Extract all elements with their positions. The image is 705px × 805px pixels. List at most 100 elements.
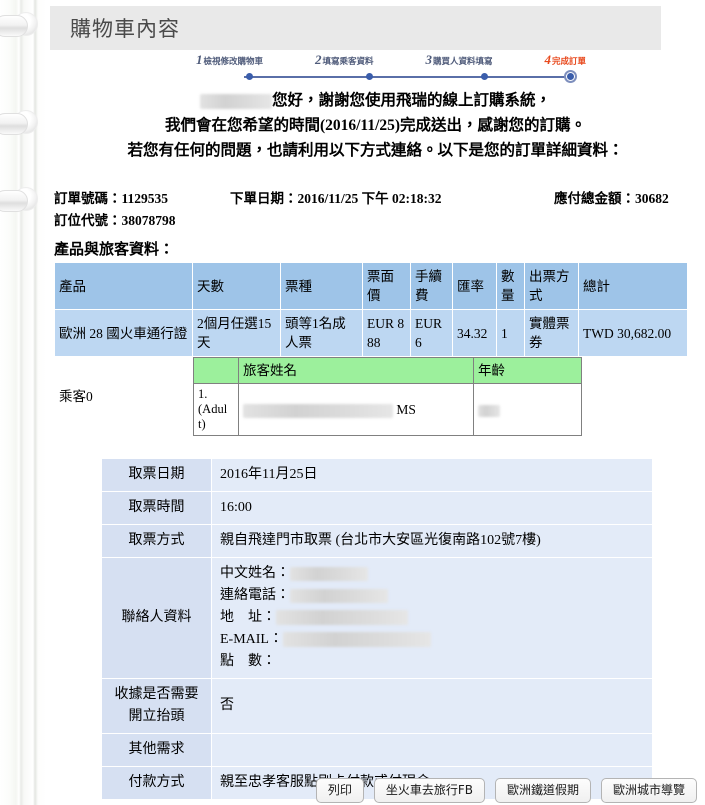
label-other-request: 其他需求 xyxy=(101,733,212,767)
contact-phone-row: 連絡電話： xyxy=(220,585,644,607)
step-label: 檢視修改購物車 xyxy=(203,57,264,67)
step-item-4-active[interactable]: 4 完成訂單 xyxy=(544,52,586,68)
cell-ticket-type: 頭等1名成人票 xyxy=(280,309,363,357)
step-item-3[interactable]: 3 購買人資料填寫 xyxy=(425,52,492,68)
step-label: 購買人資料填寫 xyxy=(432,57,493,67)
step-number: 4 xyxy=(544,52,551,67)
redacted-passenger-name xyxy=(243,403,393,418)
column-header-quantity: 數量 xyxy=(496,262,525,310)
cell-issue-method: 實體票券 xyxy=(524,309,579,357)
passenger-name: MS xyxy=(238,383,474,436)
binder-ring xyxy=(0,113,28,135)
value-pickup-method: 親自飛達門市取票 (台北市大安區光復南路102號7樓) xyxy=(211,524,653,558)
order-date-label: 下單日期： xyxy=(230,191,298,206)
value-receipt-title: 否 xyxy=(211,678,653,734)
value-other-request xyxy=(211,733,653,767)
contact-name-row: 中文姓名： xyxy=(220,563,644,585)
label-contact-info: 聯絡人資料 xyxy=(101,557,212,679)
value-pickup-date: 2016年11月25日 xyxy=(211,458,653,492)
product-table-header-row: 產品 天數 票種 票面價 手續費 匯率 數量 出票方式 總計 xyxy=(54,262,688,310)
column-header-product: 產品 xyxy=(54,262,193,310)
facebook-button[interactable]: 坐火車去旅行FB xyxy=(373,778,485,803)
order-number: 訂單號碼：1129535 xyxy=(54,188,168,210)
column-header-face-price: 票面價 xyxy=(362,262,411,310)
booking-code: 訂位代號：38078798 xyxy=(54,210,176,232)
contact-email-label: E-MAIL： xyxy=(220,632,283,647)
order-total-label: 應付總金額： xyxy=(554,191,635,206)
column-header-fee: 手續費 xyxy=(410,262,453,310)
contact-name-label: 中文姓名： xyxy=(220,566,290,581)
step-track xyxy=(196,70,586,83)
passenger-index-number: 1. xyxy=(198,387,208,401)
detail-row-other: 其他需求 xyxy=(101,733,653,767)
booking-code-label: 訂位代號： xyxy=(54,213,122,228)
passenger-column-header-index xyxy=(193,357,239,384)
label-pickup-method: 取票方式 xyxy=(101,524,212,558)
column-header-total: 總計 xyxy=(578,262,688,310)
passenger-row: 1. (Adult) MS xyxy=(193,383,687,436)
label-pickup-date: 取票日期 xyxy=(101,458,212,492)
contact-email-row: E-MAIL： xyxy=(220,629,644,651)
order-meta-row-2: 訂位代號：38078798 xyxy=(54,210,694,232)
cell-product: 歐洲 28 國火車通行證 xyxy=(54,309,193,357)
step-dot-3 xyxy=(481,73,488,80)
greeting-line-1-text: 您好，謝謝您使用飛瑞的線上訂購系統， xyxy=(271,92,551,109)
europe-city-guide-button[interactable]: 歐洲城市導覽 xyxy=(600,778,697,803)
order-detail-table: 取票日期 2016年11月25日 取票時間 16:00 取票方式 親自飛達門市取… xyxy=(101,458,653,800)
order-number-label: 訂單號碼： xyxy=(54,191,122,206)
step-number: 3 xyxy=(425,52,432,67)
passenger-index-type: (Adult) xyxy=(198,402,228,431)
step-item-2[interactable]: 2 填寫乘客資料 xyxy=(315,52,374,68)
step-number: 1 xyxy=(196,52,203,67)
greeting-line-2: 我們會在您希望的時間(2016/11/25)完成送出，感謝您的訂購。 xyxy=(164,117,587,134)
binder-ring xyxy=(0,190,28,212)
booking-code-value: 38078798 xyxy=(121,213,176,228)
passenger-group-label: 乘客0 xyxy=(54,356,193,437)
cell-rate: 34.32 xyxy=(452,309,497,357)
detail-row-contact: 聯絡人資料 中文姓名： 連絡電話： 地 址： E-MAIL： 點 數： xyxy=(101,557,653,679)
action-button-bar: 列印 坐火車去旅行FB 歐洲鐵道假期 歐洲城市導覽 xyxy=(46,778,705,803)
cell-days: 2個月任選15天 xyxy=(192,309,281,357)
europe-rail-holiday-button[interactable]: 歐洲鐵道假期 xyxy=(494,778,591,803)
redacted-contact-address xyxy=(276,610,408,626)
order-meta-block: 訂單號碼：1129535 下單日期：2016/11/25 下午 02:18:32… xyxy=(54,188,694,232)
order-confirmation-page: 購物車內容 1 檢視修改購物車 2 填寫乘客資料 3 購買人資料填寫 4 完成訂… xyxy=(0,0,705,805)
product-and-passenger-table: 產品 天數 票種 票面價 手續費 匯率 數量 出票方式 總計 歐洲 28 國火車… xyxy=(54,262,688,437)
order-number-value: 1129535 xyxy=(121,191,169,206)
order-date: 下單日期：2016/11/25 下午 02:18:32 xyxy=(230,188,442,210)
redacted-passenger-age xyxy=(478,404,500,417)
step-item-1[interactable]: 1 檢視修改購物車 xyxy=(196,52,263,68)
passenger-header-row: 旅客姓名 年齡 xyxy=(193,357,687,384)
order-total-value: 30682 xyxy=(635,191,669,206)
content-column: 購物車內容 1 檢視修改購物車 2 填寫乘客資料 3 購買人資料填寫 4 完成訂… xyxy=(46,0,705,805)
column-header-ticket-type: 票種 xyxy=(280,262,363,310)
label-receipt-title: 收據是否需要開立抬頭 xyxy=(101,678,212,734)
passenger-subtable-container: 旅客姓名 年齡 1. (Adult) MS xyxy=(192,356,688,436)
order-total: 應付總金額：30682 xyxy=(554,188,669,210)
cell-quantity: 1 xyxy=(496,309,525,357)
step-dot-4-current xyxy=(564,70,577,83)
print-button[interactable]: 列印 xyxy=(315,778,364,803)
page-header-bar: 購物車內容 xyxy=(50,6,661,50)
cell-fee: EUR 6 xyxy=(410,309,453,357)
greeting-line-1: 您好，謝謝您使用飛瑞的線上訂購系統， xyxy=(46,88,705,113)
value-pickup-time: 16:00 xyxy=(211,491,653,525)
step-label: 完成訂單 xyxy=(551,57,586,67)
detail-row-pickup-time: 取票時間 16:00 xyxy=(101,491,653,525)
step-dot-1 xyxy=(246,73,253,80)
label-pickup-time: 取票時間 xyxy=(101,491,212,525)
passenger-row-spacer xyxy=(581,383,687,436)
redacted-contact-email xyxy=(283,632,431,648)
order-date-value: 2016/11/25 下午 02:18:32 xyxy=(297,191,442,206)
passenger-section-row: 乘客0 旅客姓名 年齡 1. (Adult) MS xyxy=(54,356,688,437)
contact-address-label: 地 址： xyxy=(220,610,276,625)
order-meta-row-1: 訂單號碼：1129535 下單日期：2016/11/25 下午 02:18:32… xyxy=(54,188,694,210)
contact-points-row: 點 數： xyxy=(220,651,644,673)
product-section-heading: 產品與旅客資料： xyxy=(54,242,175,258)
contact-points-label: 點 數： xyxy=(220,654,276,669)
step-track-line xyxy=(244,76,566,78)
cell-face-price: EUR 888 xyxy=(362,309,411,357)
checkout-step-indicator: 1 檢視修改購物車 2 填寫乘客資料 3 購買人資料填寫 4 完成訂單 xyxy=(196,52,586,83)
page-right-edge xyxy=(701,0,705,805)
contact-address-row: 地 址： xyxy=(220,607,644,629)
